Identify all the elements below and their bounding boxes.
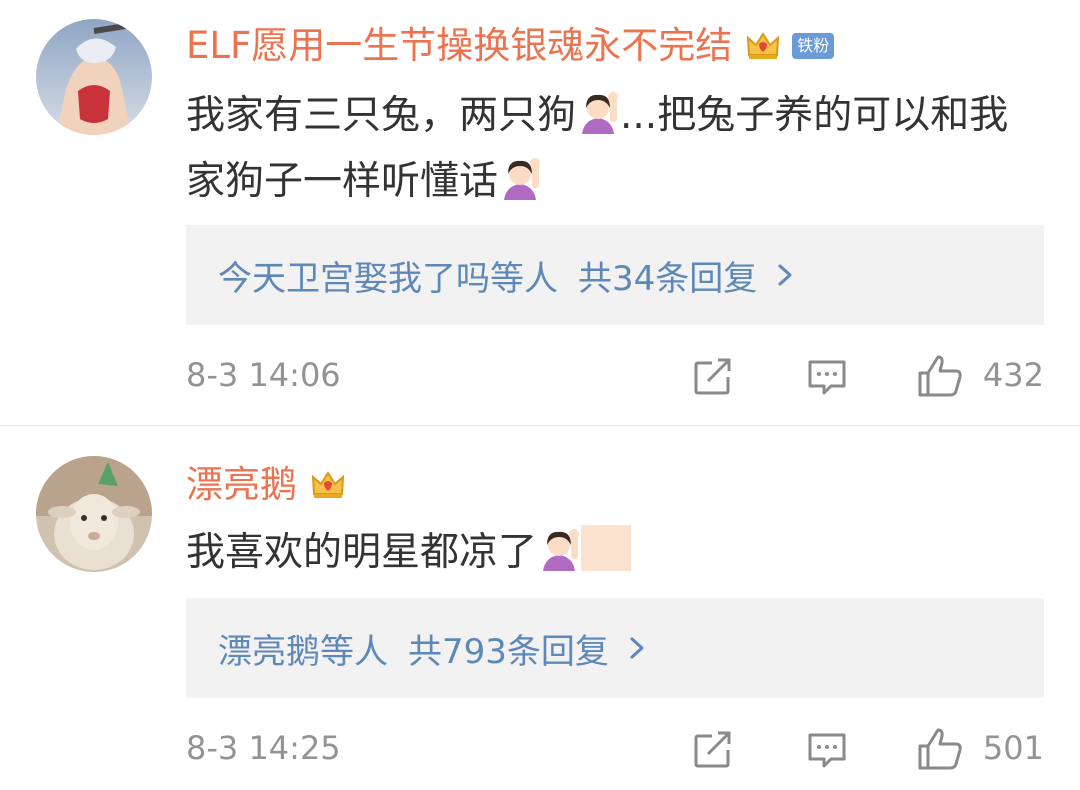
share-icon[interactable] [692, 730, 734, 770]
raising-hand-emoji-icon [498, 156, 542, 200]
share-icon[interactable] [692, 357, 734, 397]
crown-icon [746, 31, 780, 61]
comment-item: 漂亮鹅 我喜欢的明星都凉了 漂亮鹅等人 共793条回复 8-3 14:25 50… [0, 426, 1080, 790]
replies-count: 共34条回复 [578, 258, 758, 299]
comment-text: 我喜欢的明星都凉了 [186, 520, 1046, 586]
thumbs-up-icon[interactable] [916, 353, 964, 399]
timestamp: 8-3 14:25 [186, 729, 341, 767]
comment-meta: 8-3 14:06 432 [186, 347, 1044, 407]
avatar[interactable] [36, 456, 152, 572]
comment-icon[interactable] [806, 730, 848, 770]
chevron-right-icon [627, 634, 647, 662]
replies-users: 今天卫宫娶我了吗等人 [218, 258, 558, 299]
username-row: 漂亮鹅 [186, 466, 345, 503]
comment-text: 我家有三只兔，两只狗 ...把兔子养的可以和我家狗子一样听懂话 [186, 83, 1046, 215]
comment-item: ELF愿用一生节操换银魂永不完结 铁粉 我家有三只兔，两只狗 ...把兔子养的可… [0, 0, 1080, 425]
raising-hand-emoji-icon [537, 527, 581, 571]
comment-meta: 8-3 14:25 501 [186, 720, 1044, 780]
chevron-right-icon [775, 261, 795, 289]
username-row: ELF愿用一生节操换银魂永不完结 铁粉 [186, 27, 835, 64]
replies-preview[interactable]: 漂亮鹅等人 共793条回复 [186, 598, 1044, 698]
timestamp: 8-3 14:06 [186, 356, 341, 394]
username[interactable]: 漂亮鹅 [186, 466, 297, 503]
replies-count: 共793条回复 [408, 631, 609, 672]
like-count: 432 [982, 356, 1044, 394]
avatar[interactable] [36, 19, 152, 135]
like-count: 501 [982, 729, 1044, 767]
fan-badge: 铁粉 [792, 32, 835, 59]
thumbs-up-icon[interactable] [916, 726, 964, 772]
replies-users: 漂亮鹅等人 [218, 631, 388, 672]
username[interactable]: ELF愿用一生节操换银魂永不完结 [186, 27, 732, 64]
unrendered-emoji-icon [581, 525, 632, 571]
comment-icon[interactable] [806, 357, 848, 397]
replies-preview[interactable]: 今天卫宫娶我了吗等人 共34条回复 [186, 225, 1044, 325]
raising-hand-emoji-icon [576, 90, 620, 134]
crown-icon [311, 470, 345, 500]
